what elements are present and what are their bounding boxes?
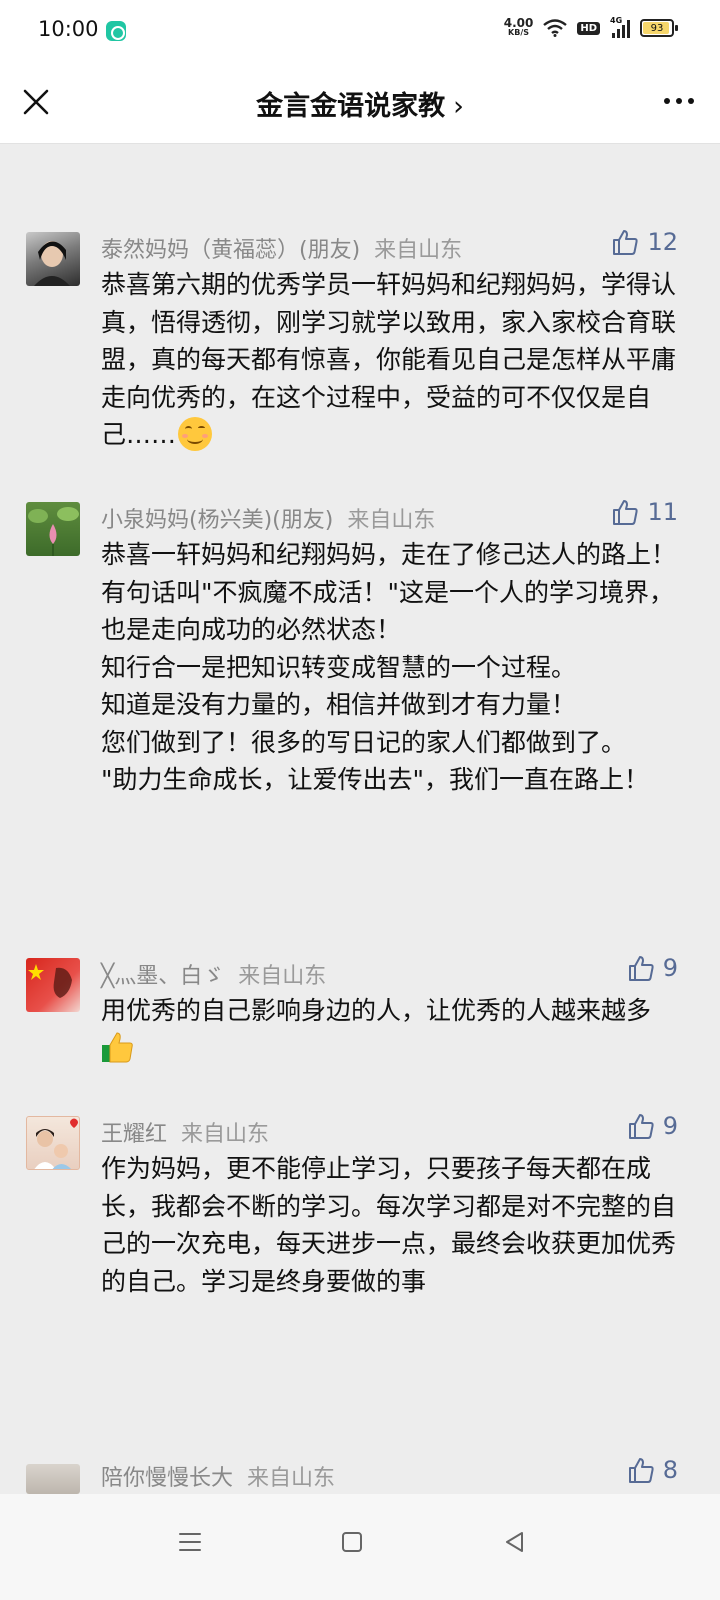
comment-text: 作为妈妈，更不能停止学习，只要孩子每天都在成长，我都会不断的学习。每次学习都是对…	[101, 1154, 677, 1296]
back-button[interactable]	[494, 1522, 534, 1562]
avatar[interactable]	[26, 958, 80, 1012]
title-bar: 金言金语说家教 ›	[0, 62, 720, 144]
like-count: 12	[647, 228, 678, 256]
like-button[interactable]: 9	[627, 1112, 678, 1140]
thumbs-up-icon	[613, 230, 639, 255]
status-indicators: 4.00 KB/S HD 4G 93	[503, 16, 678, 38]
recent-apps-button[interactable]	[170, 1522, 210, 1562]
comment-text: 恭喜一轩妈妈和纪翔妈妈，走在了修己达人的路上！ 有句话叫"不疯魔不成活！"这是一…	[101, 540, 677, 794]
like-count: 9	[662, 954, 678, 982]
comment-author[interactable]: 小泉妈妈(杨兴美)(朋友)	[101, 508, 333, 533]
smile-emoji-icon	[178, 417, 213, 451]
avatar[interactable]	[26, 1464, 80, 1494]
status-bar: 10:00 4.00 KB/S HD 4G 93	[0, 0, 720, 62]
like-count: 9	[662, 1112, 678, 1140]
like-count: 8	[662, 1456, 678, 1484]
avatar[interactable]	[26, 502, 80, 556]
wifi-icon	[543, 19, 568, 37]
like-button[interactable]: 9	[627, 954, 678, 982]
battery-icon: 93	[640, 19, 678, 37]
comment-meta: 小泉妈妈(杨兴美)(朋友) 来自山东	[101, 502, 435, 534]
comment-author[interactable]: 陪你慢慢长大	[101, 1466, 233, 1491]
more-icon-dot	[676, 98, 682, 104]
comment-meta: ╳灬墨、白ゞ 来自山东	[101, 958, 326, 990]
more-icon-dot	[664, 98, 670, 104]
thumbs-up-emoji-icon	[102, 1031, 133, 1062]
comment-author[interactable]: 王耀红	[101, 1122, 167, 1147]
comment-text: 用优秀的自己影响身边的人，让优秀的人越来越多	[101, 992, 681, 1068]
network-type: 4G	[610, 16, 623, 25]
avatar-image	[34, 241, 70, 286]
like-button[interactable]: 12	[611, 228, 678, 256]
status-time: 10:00	[38, 17, 99, 41]
network-speed-unit: KB/S	[508, 28, 530, 37]
page-title[interactable]: 金言金语说家教 ›	[0, 84, 720, 123]
cell-signal-icon: 4G	[610, 16, 630, 38]
comment-location: 来自山东	[181, 1122, 270, 1147]
thumbs-up-icon	[628, 1114, 654, 1139]
network-speed: 4.00 KB/S	[503, 16, 534, 38]
triangle-back-icon	[506, 1532, 523, 1552]
avatar-image	[34, 1118, 78, 1169]
comment-location: 来自山东	[347, 508, 436, 533]
comment-location: 来自山东	[238, 964, 327, 989]
like-count: 11	[647, 498, 678, 526]
comment-location: 来自山东	[247, 1466, 336, 1491]
comment-location: 来自山东	[374, 238, 463, 263]
square-home-icon	[342, 1532, 362, 1552]
app-notification-icon	[106, 21, 126, 41]
comment-body: 用优秀的自己影响身边的人，让优秀的人越来越多	[101, 996, 652, 1025]
more-button[interactable]	[664, 98, 694, 104]
comment-meta: 陪你慢慢长大 来自山东	[101, 1460, 335, 1492]
battery-level: 93	[650, 22, 664, 34]
comment-author[interactable]: 泰然妈妈（黄福蕊）(朋友)	[101, 238, 360, 263]
avatar-image	[28, 507, 79, 556]
comment-meta: 王耀红 来自山东	[101, 1116, 269, 1148]
like-button[interactable]: 8	[627, 1456, 678, 1484]
like-button[interactable]: 11	[611, 498, 678, 526]
home-button[interactable]	[332, 1522, 372, 1562]
avatar[interactable]	[26, 1116, 80, 1170]
avatar[interactable]	[26, 232, 80, 286]
system-nav-bar	[0, 1494, 720, 1600]
menu-icon	[179, 1533, 201, 1551]
comment-author[interactable]: ╳灬墨、白ゞ	[101, 964, 224, 989]
page-title-text: 金言金语说家教	[256, 91, 446, 122]
hd-badge: HD	[577, 21, 600, 35]
thumbs-up-icon	[628, 1458, 654, 1483]
chevron-right-icon: ›	[453, 91, 464, 122]
avatar-image	[28, 964, 72, 998]
more-icon-dot	[688, 98, 694, 104]
network-speed-value: 4.00	[503, 16, 534, 30]
thumbs-up-icon	[628, 956, 654, 981]
comment-text: 恭喜第六期的优秀学员一轩妈妈和纪翔妈妈，学得认真，悟得透彻，刚学习就学以致用，家…	[101, 266, 681, 454]
comment-meta: 泰然妈妈（黄福蕊）(朋友) 来自山东	[101, 232, 462, 264]
thumbs-up-icon	[613, 500, 639, 525]
